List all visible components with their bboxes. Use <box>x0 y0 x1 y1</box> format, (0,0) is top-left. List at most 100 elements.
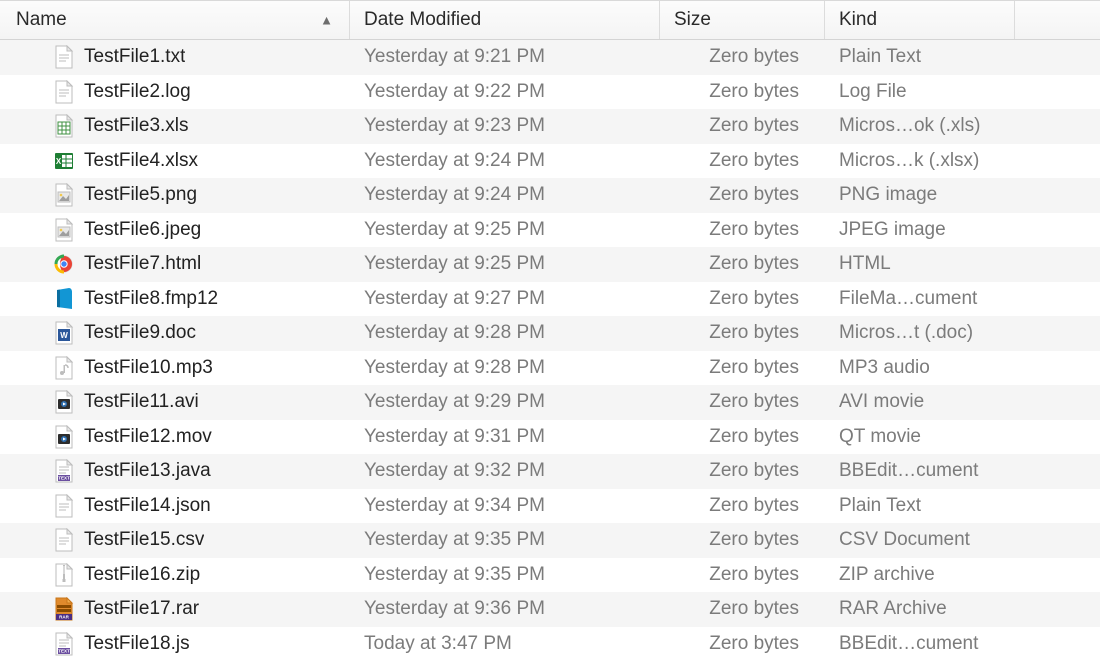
file-kind-cell: PNG image <box>825 184 1015 206</box>
file-type-icon <box>54 287 74 311</box>
column-header-kind[interactable]: Kind <box>825 1 1015 39</box>
file-name-cell[interactable]: TestFile8.fmp12 <box>0 287 350 311</box>
file-size-cell: Zero bytes <box>660 288 825 310</box>
file-type-icon <box>54 390 74 414</box>
file-row[interactable]: TestFile3.xlsYesterday at 9:23 PMZero by… <box>0 109 1100 144</box>
file-date-cell: Yesterday at 9:28 PM <box>350 322 660 344</box>
file-name-label: TestFile6.jpeg <box>84 219 201 241</box>
file-kind-cell: Log File <box>825 81 1015 103</box>
file-type-icon <box>54 183 74 207</box>
column-header-name[interactable]: Name ▲ <box>0 1 350 39</box>
file-type-icon <box>54 563 74 587</box>
file-name-label: TestFile15.csv <box>84 529 204 551</box>
file-name-label: TestFile8.fmp12 <box>84 288 218 310</box>
file-row[interactable]: TestFile8.fmp12 Yesterday at 9:27 PMZero … <box>0 282 1100 317</box>
file-name-cell[interactable]: TestFile16.zip <box>0 563 350 587</box>
file-name-cell[interactable]: TestFile6.jpeg <box>0 218 350 242</box>
svg-text:RAR: RAR <box>59 615 69 620</box>
file-name-cell[interactable]: TestFile12.mov <box>0 425 350 449</box>
column-header-spacer <box>1015 1 1100 39</box>
file-row[interactable]: TestFile2.logYesterday at 9:22 PMZero by… <box>0 75 1100 110</box>
file-date-cell: Yesterday at 9:31 PM <box>350 426 660 448</box>
file-date-cell: Yesterday at 9:23 PM <box>350 115 660 137</box>
file-date-cell: Today at 3:47 PM <box>350 633 660 655</box>
file-name-cell[interactable]: TestFile11.avi <box>0 390 350 414</box>
file-name-cell[interactable]: TEXT TestFile13.java <box>0 459 350 483</box>
file-name-cell[interactable]: TEXT TestFile18.js <box>0 632 350 656</box>
file-name-cell[interactable]: RAR TestFile17.rar <box>0 597 350 621</box>
file-date-cell: Yesterday at 9:22 PM <box>350 81 660 103</box>
file-row[interactable]: TestFile1.txtYesterday at 9:21 PMZero by… <box>0 40 1100 75</box>
column-header-size[interactable]: Size <box>660 1 825 39</box>
file-size-cell: Zero bytes <box>660 460 825 482</box>
file-name-label: TestFile4.xlsx <box>84 150 198 172</box>
file-name-label: TestFile13.java <box>84 460 211 482</box>
file-row[interactable]: TestFile11.aviYesterday at 9:29 PMZero b… <box>0 385 1100 420</box>
file-name-label: TestFile5.png <box>84 184 197 206</box>
file-type-icon <box>54 528 74 552</box>
file-type-icon: TEXT <box>54 632 74 656</box>
file-type-icon <box>54 45 74 69</box>
column-header-date-modified[interactable]: Date Modified <box>350 1 660 39</box>
file-row[interactable]: TEXT TestFile13.javaYesterday at 9:32 PM… <box>0 454 1100 489</box>
file-size-cell: Zero bytes <box>660 495 825 517</box>
file-row[interactable]: TestFile15.csvYesterday at 9:35 PMZero b… <box>0 523 1100 558</box>
file-row[interactable]: RAR TestFile17.rarYesterday at 9:36 PMZe… <box>0 592 1100 627</box>
file-name-cell[interactable]: TestFile5.png <box>0 183 350 207</box>
file-size-cell: Zero bytes <box>660 150 825 172</box>
file-size-cell: Zero bytes <box>660 391 825 413</box>
file-name-cell[interactable]: TestFile15.csv <box>0 528 350 552</box>
file-kind-cell: RAR Archive <box>825 598 1015 620</box>
file-row[interactable]: TestFile5.pngYesterday at 9:24 PMZero by… <box>0 178 1100 213</box>
file-date-cell: Yesterday at 9:24 PM <box>350 184 660 206</box>
svg-text:TEXT: TEXT <box>58 648 70 653</box>
file-name-cell[interactable]: X TestFile4.xlsx <box>0 149 350 173</box>
file-size-cell: Zero bytes <box>660 426 825 448</box>
file-type-icon <box>54 356 74 380</box>
file-size-cell: Zero bytes <box>660 46 825 68</box>
file-type-icon <box>54 252 74 276</box>
file-kind-cell: ZIP archive <box>825 564 1015 586</box>
file-row[interactable]: TEXT TestFile18.jsToday at 3:47 PMZero b… <box>0 627 1100 661</box>
file-name-label: TestFile9.doc <box>84 322 196 344</box>
file-row[interactable]: TestFile6.jpegYesterday at 9:25 PMZero b… <box>0 213 1100 248</box>
file-row[interactable]: X TestFile4.xlsxYesterday at 9:24 PMZero… <box>0 144 1100 179</box>
file-row[interactable]: TestFile12.movYesterday at 9:31 PMZero b… <box>0 420 1100 455</box>
file-name-label: TestFile10.mp3 <box>84 357 213 379</box>
file-row[interactable]: W TestFile9.docYesterday at 9:28 PMZero … <box>0 316 1100 351</box>
sort-ascending-icon: ▲ <box>320 14 333 27</box>
file-kind-cell: BBEdit…cument <box>825 460 1015 482</box>
file-size-cell: Zero bytes <box>660 81 825 103</box>
file-name-cell[interactable]: TestFile14.json <box>0 494 350 518</box>
file-size-cell: Zero bytes <box>660 115 825 137</box>
file-size-cell: Zero bytes <box>660 322 825 344</box>
file-name-cell[interactable]: TestFile10.mp3 <box>0 356 350 380</box>
finder-list-view: Name ▲ Date Modified Size Kind TestFile1… <box>0 0 1100 661</box>
file-name-label: TestFile7.html <box>84 253 201 275</box>
file-type-icon: TEXT <box>54 459 74 483</box>
file-row[interactable]: TestFile7.htmlYesterday at 9:25 PMZero b… <box>0 247 1100 282</box>
file-size-cell: Zero bytes <box>660 253 825 275</box>
file-name-cell[interactable]: TestFile2.log <box>0 80 350 104</box>
file-type-icon: RAR <box>54 597 74 621</box>
file-kind-cell: MP3 audio <box>825 357 1015 379</box>
file-row[interactable]: TestFile14.jsonYesterday at 9:34 PMZero … <box>0 489 1100 524</box>
file-size-cell: Zero bytes <box>660 357 825 379</box>
file-date-cell: Yesterday at 9:34 PM <box>350 495 660 517</box>
file-kind-cell: Plain Text <box>825 495 1015 517</box>
file-name-cell[interactable]: TestFile1.txt <box>0 45 350 69</box>
file-size-cell: Zero bytes <box>660 598 825 620</box>
file-name-cell[interactable]: TestFile7.html <box>0 252 350 276</box>
file-name-label: TestFile17.rar <box>84 598 199 620</box>
file-name-cell[interactable]: W TestFile9.doc <box>0 321 350 345</box>
column-header-date-label: Date Modified <box>364 9 481 31</box>
file-date-cell: Yesterday at 9:27 PM <box>350 288 660 310</box>
file-name-label: TestFile1.txt <box>84 46 185 68</box>
file-kind-cell: CSV Document <box>825 529 1015 551</box>
file-name-label: TestFile18.js <box>84 633 190 655</box>
file-name-label: TestFile11.avi <box>84 391 199 413</box>
file-kind-cell: HTML <box>825 253 1015 275</box>
file-row[interactable]: TestFile16.zipYesterday at 9:35 PMZero b… <box>0 558 1100 593</box>
file-row[interactable]: TestFile10.mp3Yesterday at 9:28 PMZero b… <box>0 351 1100 386</box>
file-name-cell[interactable]: TestFile3.xls <box>0 114 350 138</box>
